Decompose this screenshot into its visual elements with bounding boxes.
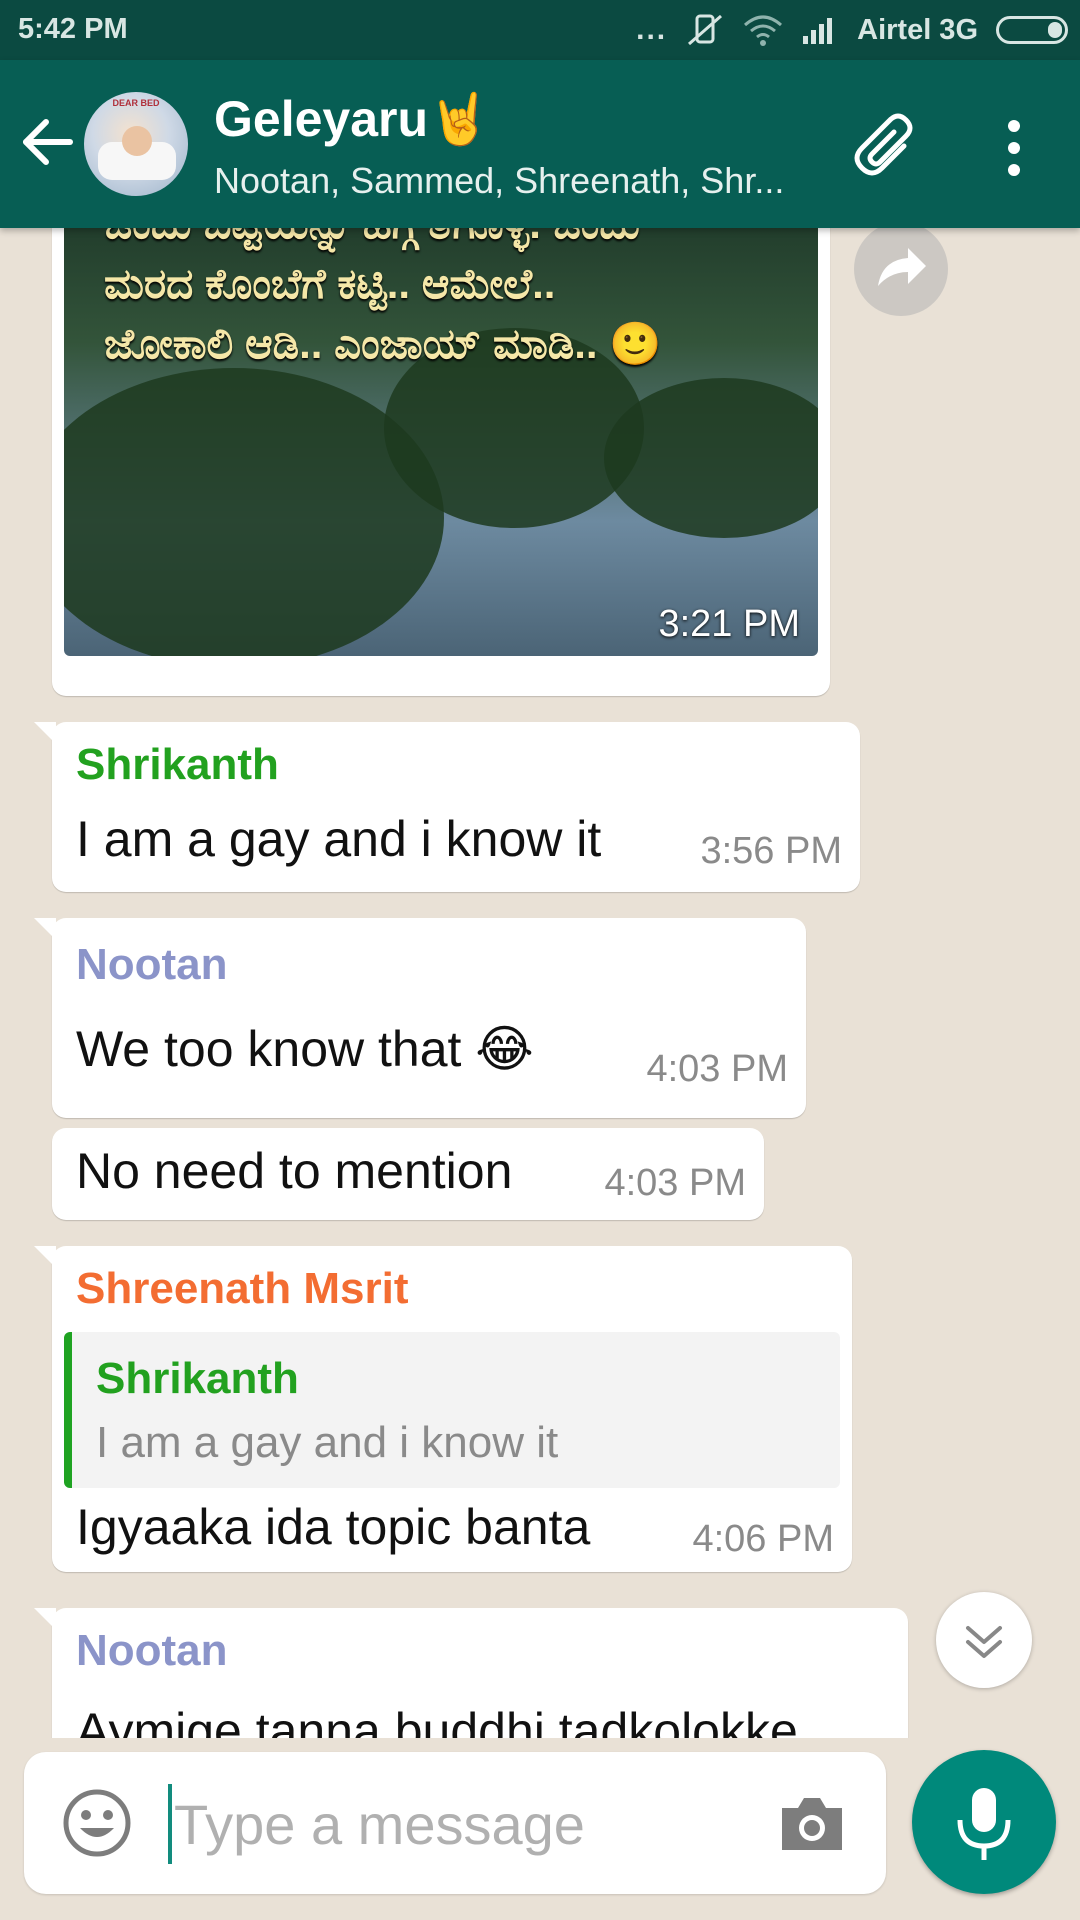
message-timestamp: 4:06 PM xyxy=(692,1518,834,1560)
message-input[interactable] xyxy=(174,1774,774,1874)
message-sender[interactable]: Nootan xyxy=(76,940,228,990)
notification-dots-icon: ... xyxy=(636,13,668,46)
quoted-text: I am a gay and i know it xyxy=(96,1418,559,1467)
message-text: We too know that 😂 xyxy=(76,1021,534,1077)
status-bar: 5:42 PM ... Airtel 3G xyxy=(0,0,1080,60)
message-sender[interactable]: Shreenath Msrit xyxy=(76,1264,409,1314)
message-bubble[interactable]: No need to mention 4:03 PM xyxy=(52,1128,764,1220)
participants-list[interactable]: Nootan, Sammed, Shreenath, Shr... xyxy=(214,160,814,202)
message-bubble[interactable]: Nootan We too know that 😂 4:03 PM xyxy=(34,918,806,1118)
status-time: 5:42 PM xyxy=(18,13,128,45)
group-avatar[interactable]: DEAR BED xyxy=(84,92,188,196)
emoji-icon[interactable] xyxy=(62,1788,132,1858)
status-icons: ... Airtel 3G xyxy=(636,12,1068,48)
message-timestamp: 3:56 PM xyxy=(700,830,842,872)
bubble-tail xyxy=(34,918,56,940)
attach-paperclip-icon[interactable] xyxy=(852,112,924,184)
wifi-icon xyxy=(744,15,783,46)
vibrate-off-icon xyxy=(688,14,723,46)
message-bubble[interactable]: Nootan Aymige tanna buddhi tadkolokke xyxy=(34,1608,908,1738)
quoted-sender: Shrikanth xyxy=(96,1354,299,1403)
overflow-menu-icon[interactable] xyxy=(996,112,1032,184)
camera-icon[interactable] xyxy=(776,1792,848,1856)
image-text-line: ಒಂದು ಬಟ್ಟೆಯನ್ನು ಹಗ್ಗ ತೆಗೊಳ್ಳಿ. ಒಂದು xyxy=(104,228,804,249)
message-text: I am a gay and i know it xyxy=(76,811,602,867)
image-timestamp: 3:21 PM xyxy=(658,603,800,645)
battery-icon xyxy=(996,16,1068,44)
microphone-icon xyxy=(957,1788,1011,1860)
carrier-label: Airtel 3G xyxy=(857,13,978,46)
text-cursor xyxy=(168,1784,172,1864)
message-timestamp: 4:03 PM xyxy=(604,1162,746,1204)
quoted-message[interactable]: Shrikanth I am a gay and i know it xyxy=(64,1332,840,1488)
message-text: No need to mention xyxy=(76,1143,513,1199)
bubble-tail xyxy=(34,1608,56,1630)
avatar-face-shape xyxy=(122,126,152,156)
message-bubble[interactable]: Shreenath Msrit Shrikanth I am a gay and… xyxy=(34,1246,852,1572)
image-text-line: ಮರದ ಕೊಂಬೆಗೆ ಕಟ್ಟಿ.. ಆಮೇಲೆ.. xyxy=(104,260,556,307)
back-arrow-icon[interactable] xyxy=(20,114,76,170)
image-text-line: ಜೋಕಾಲಿ ಆಡಿ.. ಎಂಜಾಯ್ ಮಾಡಿ.. 🙂 xyxy=(104,320,662,367)
forward-icon[interactable] xyxy=(854,228,948,316)
bubble-tail xyxy=(34,1246,56,1268)
image-message-bubble[interactable]: ಒಂದು ಬಟ್ಟೆಯನ್ನು ಹಗ್ಗ ತೆಗೊಳ್ಳಿ. ಒಂದು ಮರದ … xyxy=(52,228,830,696)
message-input-bar xyxy=(24,1752,886,1894)
message-sender[interactable]: Shrikanth xyxy=(76,740,279,790)
chat-area[interactable]: ಒಂದು ಬಟ್ಟೆಯನ್ನು ಹಗ್ಗ ತೆಗೊಳ್ಳಿ. ಒಂದು ಮರದ … xyxy=(0,228,1080,1738)
message-text: Aymige tanna buddhi tadkolokke xyxy=(76,1703,798,1738)
message-timestamp: 4:03 PM xyxy=(646,1048,788,1090)
image-foliage-shape xyxy=(604,378,818,538)
message-bubble[interactable]: Shrikanth I am a gay and i know it 3:56 … xyxy=(34,722,860,892)
message-sender[interactable]: Nootan xyxy=(76,1626,228,1676)
scroll-to-bottom-icon[interactable] xyxy=(936,1592,1032,1688)
voice-message-button[interactable] xyxy=(912,1750,1056,1894)
signal-icon xyxy=(803,18,833,44)
chat-header: DEAR BED Geleyaru🤘 Nootan, Sammed, Shree… xyxy=(0,60,1080,228)
avatar-caption: DEAR BED xyxy=(112,98,160,108)
shared-image[interactable]: ಒಂದು ಬಟ್ಟೆಯನ್ನು ಹಗ್ಗ ತೆಗೊಳ್ಳಿ. ಒಂದು ಮರದ … xyxy=(64,228,818,656)
message-text: Igyaaka ida topic banta xyxy=(76,1499,591,1555)
group-name[interactable]: Geleyaru🤘 xyxy=(214,90,490,149)
bubble-tail xyxy=(34,722,56,744)
